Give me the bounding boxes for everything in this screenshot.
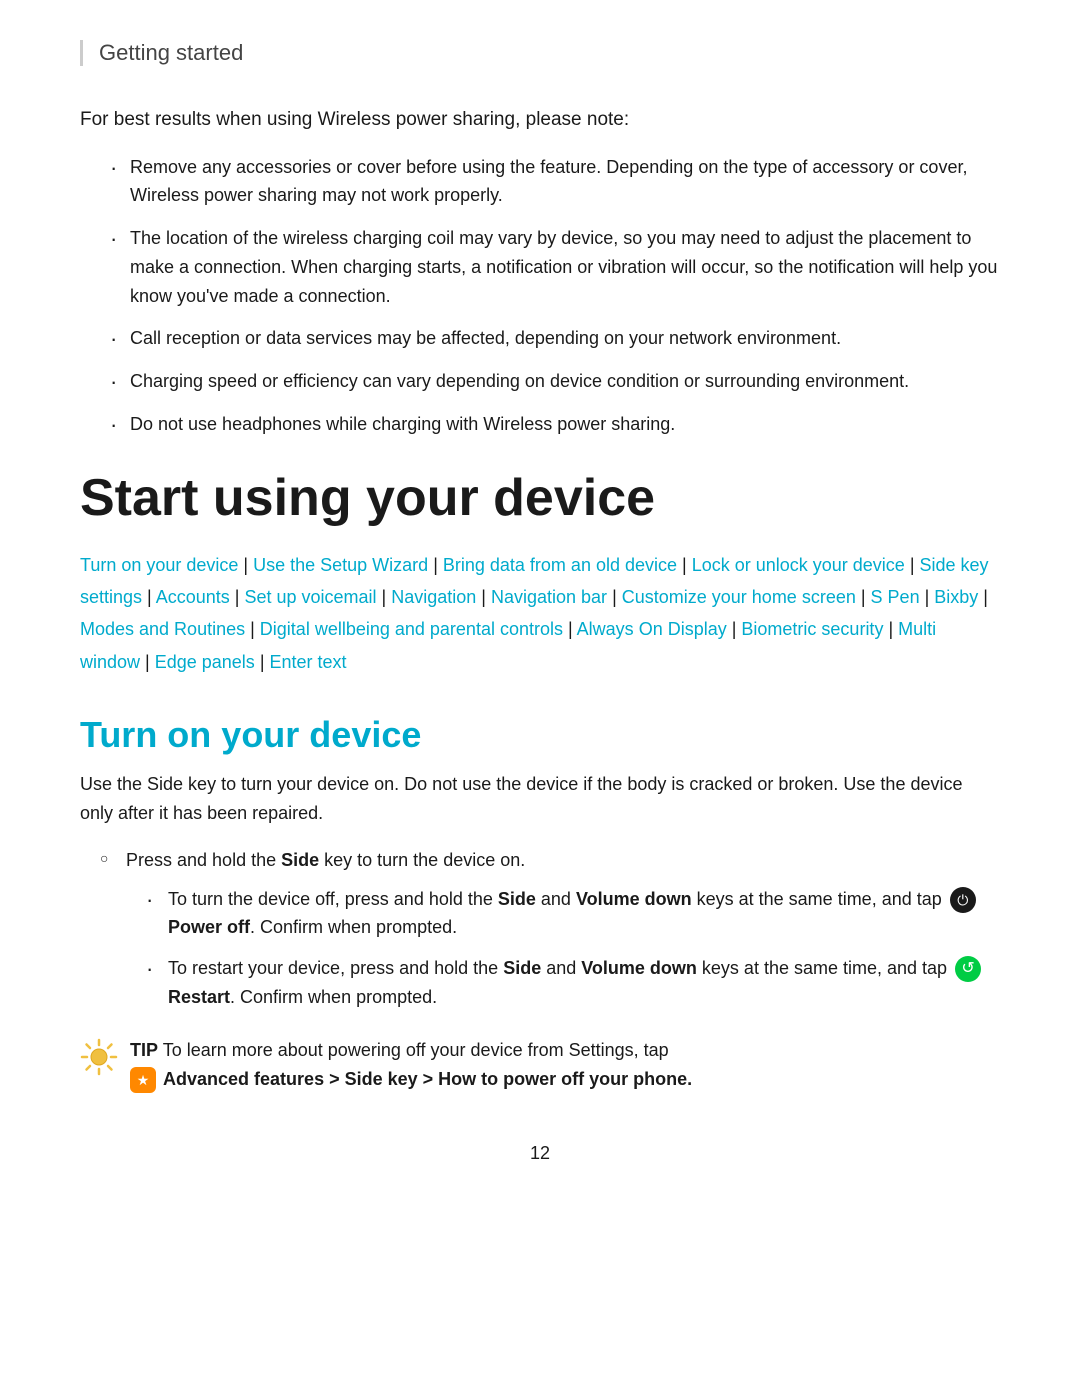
main-section-title: Start using your device [80,469,1000,529]
bold-volume-down-1: Volume down [576,889,692,909]
bold-side-1: Side [498,889,536,909]
link-navigation-bar[interactable]: Navigation bar [491,587,607,607]
bold-side: Side [281,850,319,870]
bold-power-off: Power off [168,917,250,937]
subsection-intro: Use the Side key to turn your device on.… [80,770,1000,828]
link-bixby[interactable]: Bixby [934,587,978,607]
link-customize-home[interactable]: Customize your home screen [622,587,856,607]
link-edge-panels[interactable]: Edge panels [155,652,255,672]
circle-bullet-list: Press and hold the Side key to turn the … [100,846,1000,1012]
list-item: Call reception or data services may be a… [110,324,1000,353]
link-lock-unlock[interactable]: Lock or unlock your device [692,555,905,575]
tip-text: TIP To learn more about powering off you… [130,1036,692,1094]
list-item-restart: To restart your device, press and hold t… [146,954,1000,1012]
tip-label: TIP [130,1040,158,1060]
list-item-power-off: To turn the device off, press and hold t… [146,885,1000,943]
tip-body: To learn more about powering off your de… [163,1040,669,1060]
bold-volume-down-2: Volume down [581,958,697,978]
bold-side-2: Side [503,958,541,978]
sub-bullet-list: To turn the device off, press and hold t… [146,885,1000,1012]
link-voicemail[interactable]: Set up voicemail [244,587,376,607]
links-block: Turn on your device | Use the Setup Wiza… [80,549,1000,679]
tip-bold: Advanced features > Side key > How to po… [163,1069,692,1089]
link-enter-text[interactable]: Enter text [270,652,347,672]
tip-box: TIP To learn more about powering off you… [80,1036,1000,1094]
bold-restart: Restart [168,987,230,1007]
link-turn-on[interactable]: Turn on your device [80,555,238,575]
link-setup-wizard[interactable]: Use the Setup Wizard [253,555,428,575]
link-spen[interactable]: S Pen [871,587,920,607]
intro-text: For best results when using Wireless pow… [80,106,1000,135]
link-accounts[interactable]: Accounts [156,587,230,607]
list-item: Remove any accessories or cover before u… [110,153,1000,211]
link-biometric[interactable]: Biometric security [741,619,883,639]
wireless-bullets: Remove any accessories or cover before u… [110,153,1000,439]
subsection-title: Turn on your device [80,714,1000,756]
orange-advanced-icon [130,1067,156,1093]
link-bring-data[interactable]: Bring data from an old device [443,555,677,575]
tip-sun-icon [80,1038,120,1078]
list-item-press-hold: Press and hold the Side key to turn the … [100,846,1000,1012]
power-icon [950,887,976,913]
list-item: Charging speed or efficiency can vary de… [110,367,1000,396]
list-item: The location of the wireless charging co… [110,224,1000,310]
link-navigation[interactable]: Navigation [391,587,476,607]
link-modes-routines[interactable]: Modes and Routines [80,619,245,639]
link-digital-wellbeing[interactable]: Digital wellbeing and parental controls [260,619,563,639]
restart-icon [955,956,981,982]
link-always-on[interactable]: Always On Display [577,619,727,639]
list-item: Do not use headphones while charging wit… [110,410,1000,439]
page-number: 12 [80,1143,1000,1164]
header-title: Getting started [99,40,243,65]
page-header: Getting started [80,40,1000,66]
